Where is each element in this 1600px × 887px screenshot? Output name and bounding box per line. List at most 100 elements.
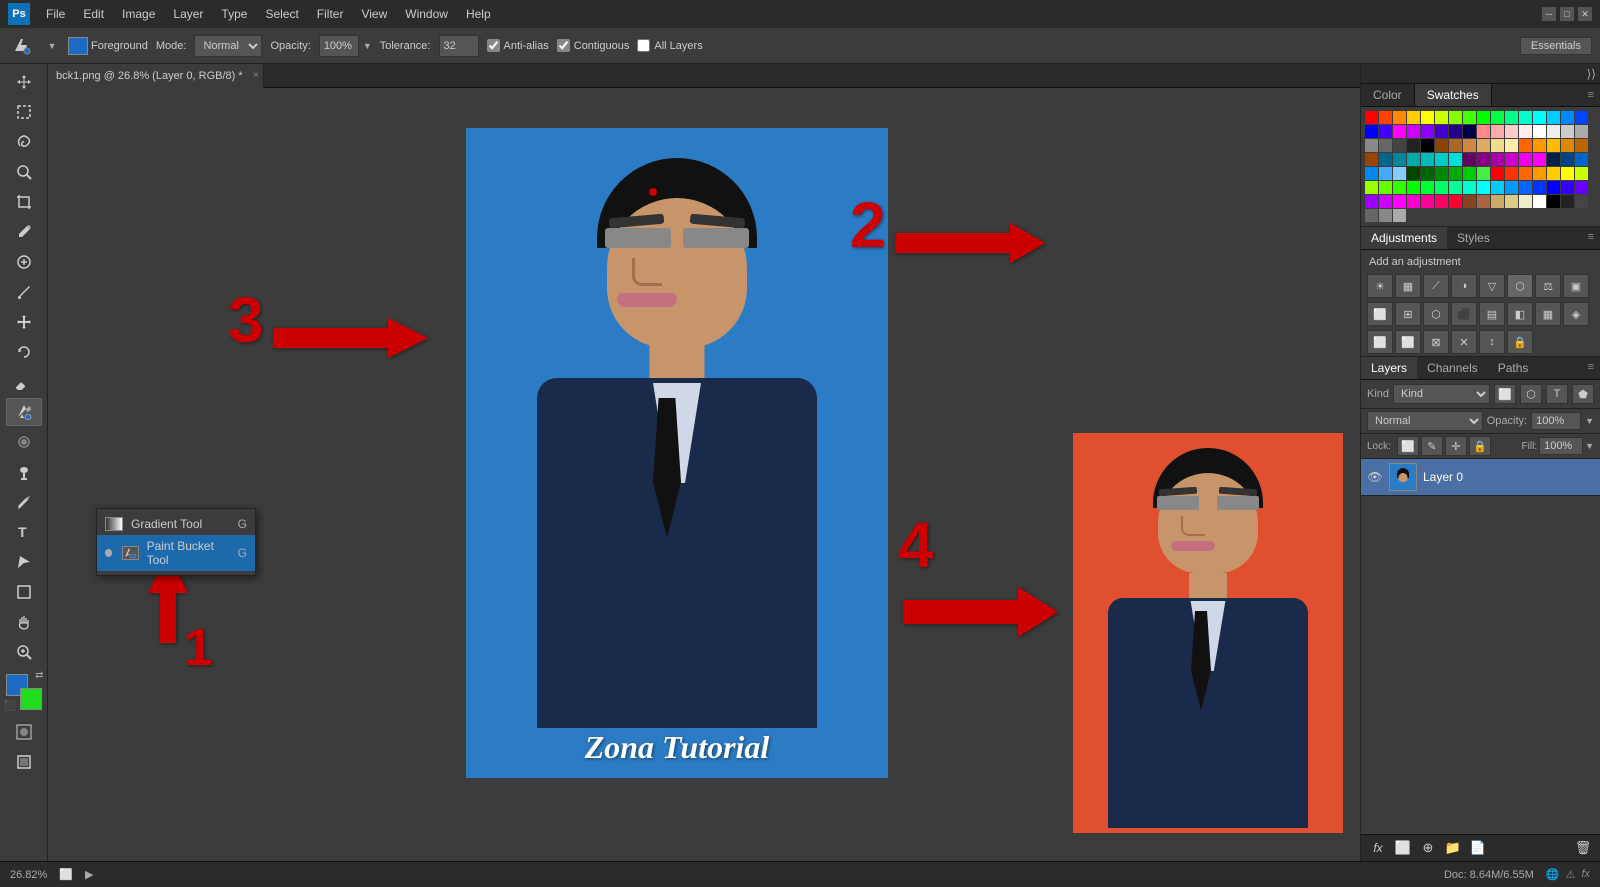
adj-icon-3-4[interactable]: ✕ [1451, 330, 1477, 354]
move-tool[interactable] [6, 68, 42, 96]
swatch-cell[interactable] [1379, 195, 1392, 208]
swatch-cell[interactable] [1477, 195, 1490, 208]
adj-brightness[interactable]: ☀ [1367, 274, 1393, 298]
adj-photo-filter[interactable]: ⬜ [1367, 302, 1393, 326]
swatch-cell[interactable] [1547, 111, 1560, 124]
swatch-cell[interactable] [1393, 195, 1406, 208]
swatch-cell[interactable] [1435, 125, 1448, 138]
tab-paths[interactable]: Paths [1488, 357, 1539, 379]
layers-options-button[interactable]: ≡ [1582, 357, 1600, 379]
swatch-cell[interactable] [1421, 195, 1434, 208]
type-tool[interactable]: T [6, 518, 42, 546]
adj-bw[interactable]: ▣ [1563, 274, 1589, 298]
swatch-cell[interactable] [1407, 111, 1420, 124]
close-button[interactable]: ✕ [1578, 7, 1592, 21]
add-mask-button[interactable]: ⬜ [1392, 839, 1414, 857]
swatch-cell[interactable] [1421, 153, 1434, 166]
fill-input[interactable] [1539, 437, 1583, 455]
swatch-cell[interactable] [1561, 181, 1574, 194]
swatch-cell[interactable] [1533, 139, 1546, 152]
fg-bg-colors[interactable]: ⇄ ⬛ [6, 674, 42, 710]
navigate-forward-button[interactable]: ▶ [85, 868, 93, 881]
paint-bucket-tool-option[interactable]: Paint Bucket Tool G [97, 535, 255, 571]
adj-hue[interactable]: ⬡ [1507, 274, 1533, 298]
adj-icon-3-5[interactable]: ↕ [1479, 330, 1505, 354]
adj-levels[interactable]: ▦ [1395, 274, 1421, 298]
swatch-cell[interactable] [1491, 195, 1504, 208]
adj-channel-mixer[interactable]: ⊞ [1395, 302, 1421, 326]
adj-invert[interactable]: ⬛ [1451, 302, 1477, 326]
swatch-cell[interactable] [1407, 153, 1420, 166]
swatch-cell[interactable] [1533, 125, 1546, 138]
adj-colorbalance[interactable]: ⚖ [1535, 274, 1561, 298]
swatch-cell[interactable] [1435, 153, 1448, 166]
swatch-cell[interactable] [1463, 125, 1476, 138]
add-adjustment-button[interactable]: ⊕ [1417, 839, 1439, 857]
swatch-cell[interactable] [1393, 139, 1406, 152]
swatch-cell[interactable] [1449, 139, 1462, 152]
swatch-cell[interactable] [1421, 181, 1434, 194]
lasso-tool[interactable] [6, 128, 42, 156]
swatch-cell[interactable] [1477, 111, 1490, 124]
lock-pixels-btn[interactable]: ✎ [1421, 436, 1443, 456]
tab-swatches[interactable]: Swatches [1415, 84, 1492, 106]
swatch-cell[interactable] [1463, 111, 1476, 124]
swatch-cell[interactable] [1533, 153, 1546, 166]
swatch-cell[interactable] [1575, 139, 1588, 152]
layer-0-row[interactable]: 👁 Layer 0 [1361, 459, 1600, 496]
mode-select[interactable]: Normal Multiply Screen [194, 35, 262, 57]
canvas-workspace[interactable]: Zona Tutorial [48, 88, 1360, 861]
adj-curves[interactable]: ⟋ [1423, 274, 1449, 298]
foreground-color-swatch[interactable]: Foreground [68, 37, 148, 55]
layer-opacity-input[interactable] [1531, 412, 1581, 430]
document-tab[interactable]: bck1.png @ 26.8% (Layer 0, RGB/8) * × [48, 64, 264, 88]
menu-layer[interactable]: Layer [165, 5, 211, 23]
swatch-cell[interactable] [1407, 125, 1420, 138]
swatch-cell[interactable] [1561, 111, 1574, 124]
tolerance-input[interactable] [439, 35, 479, 57]
swatch-cell[interactable] [1435, 195, 1448, 208]
swatch-cell[interactable] [1365, 181, 1378, 194]
zoom-tool[interactable] [6, 638, 42, 666]
add-group-button[interactable]: 📁 [1442, 839, 1464, 857]
status-globe-icon[interactable]: 🌐 [1546, 868, 1560, 881]
swatch-cell[interactable] [1491, 111, 1504, 124]
swatch-cell[interactable] [1393, 167, 1406, 180]
gradient-bucket-tool[interactable] [6, 398, 42, 426]
swatch-cell[interactable] [1505, 139, 1518, 152]
swatch-cell[interactable] [1435, 167, 1448, 180]
swatch-cell[interactable] [1575, 125, 1588, 138]
swatch-cell[interactable] [1421, 139, 1434, 152]
swatch-cell[interactable] [1449, 153, 1462, 166]
background-color-box[interactable] [20, 688, 42, 710]
essentials-button[interactable]: Essentials [1520, 37, 1592, 55]
swatch-cell[interactable] [1365, 111, 1378, 124]
swatch-cell[interactable] [1477, 167, 1490, 180]
adj-vibrance[interactable]: ▽ [1479, 274, 1505, 298]
opacity-dropdown[interactable]: ▼ [363, 41, 372, 51]
swatch-cell[interactable] [1449, 111, 1462, 124]
quick-mask-tool[interactable] [6, 718, 42, 746]
fx-button[interactable]: fx [1367, 839, 1389, 857]
filter-type-btn[interactable]: T [1546, 384, 1568, 404]
swatch-cell[interactable] [1435, 139, 1448, 152]
swatch-cell[interactable] [1547, 153, 1560, 166]
swatch-cell[interactable] [1547, 125, 1560, 138]
eraser-tool[interactable] [6, 368, 42, 396]
swatch-cell[interactable] [1477, 125, 1490, 138]
swatch-cell[interactable] [1505, 153, 1518, 166]
marquee-tool[interactable] [6, 98, 42, 126]
screen-mode-tool[interactable] [6, 748, 42, 776]
path-select-tool[interactable] [6, 548, 42, 576]
swatch-cell[interactable] [1449, 195, 1462, 208]
menu-filter[interactable]: Filter [309, 5, 352, 23]
swap-colors-icon[interactable]: ⇄ [35, 670, 43, 681]
history-brush-tool[interactable] [6, 338, 42, 366]
swatch-cell[interactable] [1365, 125, 1378, 138]
tab-color[interactable]: Color [1361, 84, 1415, 106]
all-layers-checkbox[interactable] [637, 39, 650, 52]
swatch-cell[interactable] [1449, 167, 1462, 180]
swatch-cell[interactable] [1365, 195, 1378, 208]
swatch-cell[interactable] [1449, 181, 1462, 194]
swatch-cell[interactable] [1505, 111, 1518, 124]
